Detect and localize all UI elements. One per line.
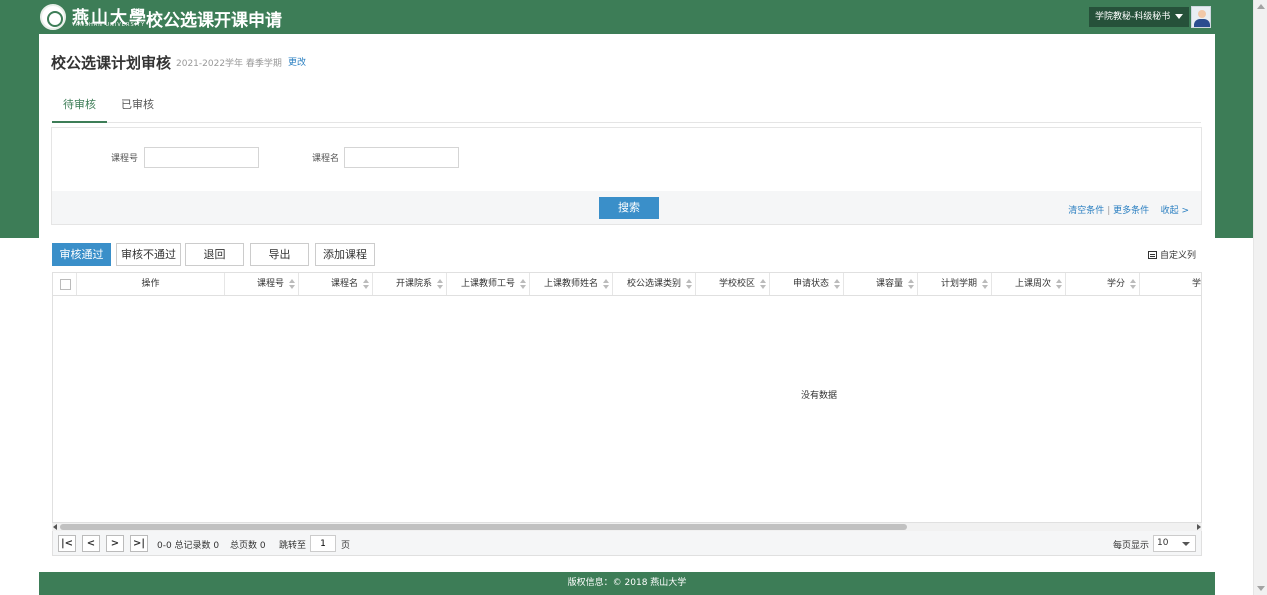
course-name-input[interactable] bbox=[344, 147, 459, 168]
column-header[interactable]: 学时 bbox=[1140, 273, 1201, 295]
arrow-up-icon[interactable] bbox=[1257, 4, 1265, 9]
per-page-label: 每页显示 bbox=[1113, 541, 1150, 551]
more-conditions-link[interactable]: 更多条件 bbox=[1113, 206, 1149, 216]
horizontal-scrollbar[interactable] bbox=[52, 523, 1202, 531]
search-button[interactable]: 搜索 bbox=[599, 197, 659, 219]
page-title: 校公选课计划审核 bbox=[51, 54, 172, 72]
course-no-label: 课程号 bbox=[111, 154, 139, 164]
custom-columns-label: 自定义列 bbox=[1160, 251, 1197, 261]
columns-icon bbox=[1148, 251, 1157, 259]
jump-label: 跳转至 bbox=[279, 541, 307, 551]
jump-page-input[interactable] bbox=[310, 535, 336, 552]
change-term-link[interactable]: 更改 bbox=[288, 55, 306, 68]
column-header: 操作 bbox=[77, 273, 225, 295]
return-button[interactable]: 退回 bbox=[185, 243, 244, 266]
export-button[interactable]: 导出 bbox=[250, 243, 309, 266]
reject-button[interactable]: 审核不通过 bbox=[116, 243, 181, 266]
column-header[interactable]: 课程号 bbox=[225, 273, 299, 295]
approve-button[interactable]: 审核通过 bbox=[52, 243, 111, 266]
course-name-label: 课程名 bbox=[312, 154, 340, 164]
tab-reviewed[interactable]: 已审核 bbox=[121, 98, 154, 123]
column-header[interactable]: 上课教师工号 bbox=[447, 273, 530, 295]
first-page-button[interactable]: |< bbox=[58, 535, 76, 552]
user-role-label: 学院教秘-科级秘书 bbox=[1095, 12, 1171, 22]
main-panel: 校公选课计划审核 2021-2022学年 春季学期 更改 待审核 已审核 课程号… bbox=[39, 34, 1215, 572]
page-unit: 页 bbox=[341, 541, 351, 551]
footer: 版权信息：© 2018 燕山大学 bbox=[39, 572, 1215, 595]
prev-page-button[interactable]: < bbox=[82, 535, 100, 552]
column-header[interactable]: 计划学期 bbox=[918, 273, 992, 295]
page-scrollbar[interactable] bbox=[1253, 0, 1267, 595]
university-logo-english: YANSHAN UNIVERSITY bbox=[72, 22, 146, 28]
search-filter-panel: 课程号 课程名 搜索 清空条件 | 更多条件 收起 > bbox=[51, 127, 1202, 225]
search-bar: 搜索 清空条件 | 更多条件 收起 > bbox=[52, 191, 1201, 224]
sort-icon bbox=[834, 279, 840, 290]
per-page-select[interactable]: 10 bbox=[1153, 535, 1196, 552]
column-header[interactable]: 上课教师姓名 bbox=[530, 273, 613, 295]
empty-message: 没有数据 bbox=[800, 391, 837, 401]
term-label: 2021-2022学年 春季学期 bbox=[176, 59, 282, 69]
filter-links: 清空条件 | 更多条件 收起 > bbox=[1068, 206, 1189, 216]
tab-pending[interactable]: 待审核 bbox=[52, 98, 107, 123]
column-header[interactable]: 开课院系 bbox=[373, 273, 447, 295]
column-header[interactable]: 上课周次 bbox=[992, 273, 1066, 295]
sort-icon bbox=[982, 279, 988, 290]
sort-icon bbox=[289, 279, 295, 290]
column-header[interactable]: 校公选课类别 bbox=[613, 273, 696, 295]
last-page-button[interactable]: >| bbox=[130, 535, 148, 552]
scrollbar-thumb[interactable] bbox=[60, 524, 907, 530]
sort-icon bbox=[1130, 279, 1136, 290]
avatar[interactable] bbox=[1191, 6, 1211, 28]
sort-icon bbox=[603, 279, 609, 290]
collapse-link[interactable]: 收起 > bbox=[1161, 206, 1189, 216]
select-all-checkbox[interactable] bbox=[60, 279, 71, 290]
arrow-left-icon[interactable] bbox=[53, 524, 57, 530]
course-table: 操作 课程号 课程名 开课院系 上课教师工号 上课教师姓名 校公选课类别 学校校… bbox=[52, 272, 1202, 523]
user-role-dropdown[interactable]: 学院教秘-科级秘书 bbox=[1089, 7, 1189, 27]
record-count: 0-0 总记录数 0 bbox=[157, 541, 220, 551]
column-header[interactable]: 学分 bbox=[1066, 273, 1140, 295]
sort-icon bbox=[520, 279, 526, 290]
sort-icon bbox=[1056, 279, 1062, 290]
custom-columns-button[interactable]: 自定义列 bbox=[1148, 248, 1196, 261]
table-header: 操作 课程号 课程名 开课院系 上课教师工号 上课教师姓名 校公选课类别 学校校… bbox=[53, 273, 1201, 296]
app-title: 校公选课开课申请 bbox=[146, 11, 282, 31]
chevron-down-icon bbox=[1175, 14, 1183, 19]
column-header[interactable]: 课程名 bbox=[299, 273, 373, 295]
course-no-input[interactable] bbox=[144, 147, 259, 168]
sort-icon bbox=[437, 279, 443, 290]
university-seal-icon bbox=[40, 4, 66, 30]
page-total: 总页数 0 bbox=[230, 541, 266, 551]
pagination: |< < > >| 0-0 总记录数 0 总页数 0 跳转至 页 每页显示 10 bbox=[52, 531, 1202, 556]
top-bar: 燕山大學 YANSHAN UNIVERSITY 校公选课开课申请 学院教秘-科级… bbox=[0, 0, 1253, 34]
sort-icon bbox=[760, 279, 766, 290]
sort-icon bbox=[686, 279, 692, 290]
sort-icon bbox=[363, 279, 369, 290]
next-page-button[interactable]: > bbox=[106, 535, 124, 552]
column-header[interactable]: 学校校区 bbox=[696, 273, 770, 295]
sort-icon bbox=[908, 279, 914, 290]
status-tabs: 待审核 已审核 bbox=[52, 98, 1201, 123]
column-header[interactable]: 申请状态 bbox=[770, 273, 844, 295]
chevron-down-icon bbox=[1182, 542, 1190, 546]
arrow-down-icon[interactable] bbox=[1257, 586, 1265, 591]
column-header[interactable]: 课容量 bbox=[844, 273, 918, 295]
add-course-button[interactable]: 添加课程 bbox=[315, 243, 375, 266]
clear-conditions-link[interactable]: 清空条件 bbox=[1068, 206, 1104, 216]
arrow-right-icon[interactable] bbox=[1197, 524, 1201, 530]
